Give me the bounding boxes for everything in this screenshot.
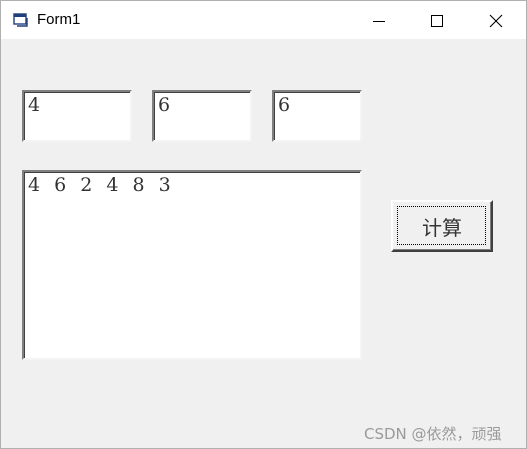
maximize-button[interactable] <box>408 1 466 39</box>
calculate-button-label: 计算 <box>422 216 462 240</box>
input-c[interactable]: 6 <box>272 90 362 142</box>
title-bar[interactable]: Form1 <box>1 1 526 39</box>
input-b[interactable]: 6 <box>152 90 252 142</box>
form-window-icon <box>13 12 29 28</box>
input-a[interactable]: 4 <box>22 90 132 142</box>
calculate-button[interactable]: 计算 <box>391 200 493 252</box>
window-title: Form1 <box>37 11 81 28</box>
watermark-text: CSDN @依然，顽强 <box>364 425 502 443</box>
form-window: Form1 4 6 6 4 6 2 4 8 3 计算 CSDN @依然，顽强 <box>0 0 527 449</box>
output-textbox[interactable]: 4 6 2 4 8 3 <box>22 170 362 360</box>
minimize-button[interactable] <box>350 1 408 39</box>
close-button[interactable] <box>467 1 525 39</box>
maximize-icon <box>431 15 443 27</box>
close-icon <box>489 14 503 28</box>
minimize-icon <box>373 21 385 22</box>
